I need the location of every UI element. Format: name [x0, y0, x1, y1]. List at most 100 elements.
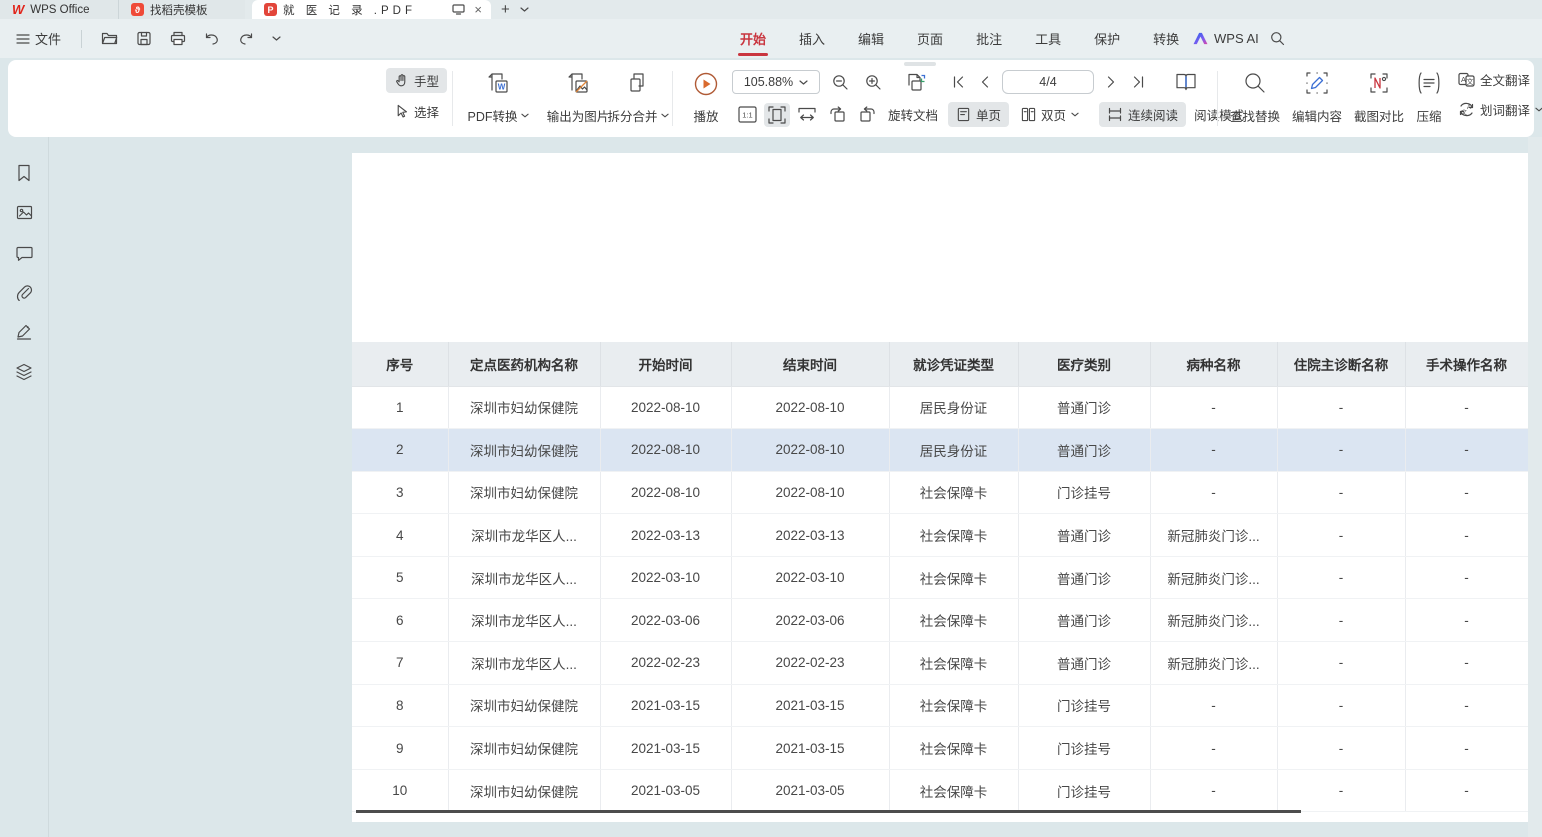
continuous-read-icon	[1107, 107, 1123, 122]
rotate-doc-label[interactable]: 旋转文档	[884, 105, 944, 124]
new-tab-icon[interactable]: +	[501, 2, 510, 17]
full-translate-button[interactable]: A文 全文翻译	[1456, 69, 1542, 90]
tab-docer-templates[interactable]: ϑ 找稻壳模板	[118, 0, 245, 19]
split-merge-icon	[626, 71, 650, 97]
svg-text:A: A	[1467, 104, 1472, 111]
table-cell: 社会保障卡	[889, 471, 1018, 514]
double-page-button[interactable]: 双页	[1013, 102, 1087, 127]
undo-button[interactable]	[199, 29, 225, 48]
continuous-read-button[interactable]: 连续阅读	[1099, 102, 1186, 127]
table-cell: -	[1277, 556, 1405, 599]
signature-icon[interactable]	[13, 321, 35, 343]
global-search-button[interactable]	[1270, 19, 1285, 58]
menu-tab-protect[interactable]: 保护	[1092, 25, 1122, 52]
table-cell: 2021-03-15	[731, 684, 889, 727]
table-row: 8深圳市妇幼保健院2021-03-152021-03-15社会保障卡门诊挂号--…	[352, 684, 1528, 727]
screenshot-compare-icon	[1367, 71, 1391, 95]
table-cell: -	[1277, 727, 1405, 770]
thumbnail-icon[interactable]	[13, 201, 35, 223]
compress-button[interactable]: 压缩	[1406, 69, 1452, 129]
screen-icon[interactable]	[452, 4, 465, 15]
table-cell: -	[1277, 769, 1405, 812]
table-cell: 新冠肺炎门诊...	[1150, 599, 1277, 642]
word-translate-label: 划词翻译	[1480, 100, 1530, 119]
last-page-button[interactable]	[1128, 70, 1148, 94]
open-file-button[interactable]	[96, 28, 123, 49]
zoom-out-button[interactable]	[827, 70, 853, 94]
comment-icon[interactable]	[13, 242, 35, 264]
page-number-input[interactable]: 4/4	[1002, 70, 1094, 94]
table-cell: 深圳市妇幼保健院	[448, 471, 600, 514]
read-mode-icon[interactable]	[1173, 70, 1199, 94]
tab-label: WPS Office	[30, 4, 89, 16]
table-cell: 社会保障卡	[889, 642, 1018, 685]
column-header: 开始时间	[600, 342, 731, 386]
zoom-level-select[interactable]: 105.88%	[732, 70, 820, 94]
search-icon	[1270, 31, 1285, 46]
close-icon[interactable]: ×	[471, 2, 485, 17]
menu-tab-convert[interactable]: 转换	[1151, 25, 1181, 52]
pdf-convert-button[interactable]: W PDF转换	[456, 69, 540, 129]
menu-tab-edit[interactable]: 编辑	[856, 25, 886, 52]
table-cell: 普通门诊	[1018, 556, 1150, 599]
table-cell: 10	[352, 769, 448, 812]
table-row: 7深圳市龙华区人...2022-02-232022-02-23社会保障卡普通门诊…	[352, 642, 1528, 685]
screenshot-compare-button[interactable]: 截图对比	[1348, 69, 1410, 129]
hand-tool-label: 手型	[414, 71, 439, 90]
table-cell: 深圳市龙华区人...	[448, 556, 600, 599]
fit-width-button[interactable]	[794, 103, 820, 127]
attachment-icon[interactable]	[13, 281, 35, 303]
zoom-in-button[interactable]	[860, 70, 886, 94]
wps-ai-button[interactable]: WPS AI	[1193, 19, 1259, 58]
menu-tab-page[interactable]: 页面	[915, 25, 945, 52]
rotate-pages-button[interactable]	[903, 70, 929, 94]
menu-tab-insert[interactable]: 插入	[797, 25, 827, 52]
layers-icon[interactable]	[13, 361, 35, 383]
menu-tab-comment[interactable]: 批注	[974, 25, 1004, 52]
more-actions-button[interactable]	[267, 33, 286, 44]
table-cell: 深圳市妇幼保健院	[448, 684, 600, 727]
split-merge-label: 拆分合并	[607, 106, 657, 125]
file-menu-button[interactable]: 文件	[10, 25, 67, 52]
first-page-button[interactable]	[948, 70, 968, 94]
bookmark-icon[interactable]	[13, 162, 35, 184]
ribbon-collapse-handle[interactable]	[904, 62, 936, 66]
fit-page-button[interactable]	[764, 103, 790, 127]
svg-text:文: 文	[1461, 109, 1467, 117]
prev-page-button[interactable]	[975, 70, 995, 94]
rotate-right-button[interactable]	[854, 103, 880, 127]
word-translate-button[interactable]: A文 划词翻译	[1456, 99, 1542, 120]
table-cell: 深圳市龙华区人...	[448, 642, 600, 685]
actual-size-button[interactable]: 1:1	[734, 103, 760, 127]
hand-tool-button[interactable]: 手型	[386, 68, 447, 93]
rotate-left-button[interactable]	[824, 103, 850, 127]
table-cell: 2021-03-15	[600, 727, 731, 770]
table-cell: 2022-08-10	[731, 386, 889, 429]
table-cell: 新冠肺炎门诊...	[1150, 514, 1277, 557]
menu-tab-tools[interactable]: 工具	[1033, 25, 1063, 52]
single-page-button[interactable]: 单页	[948, 102, 1009, 127]
table-cell: 社会保障卡	[889, 727, 1018, 770]
split-merge-button[interactable]: 拆分合并	[596, 69, 680, 129]
select-tool-button[interactable]: 选择	[386, 99, 447, 124]
print-button[interactable]	[165, 28, 191, 49]
edit-content-label: 编辑内容	[1292, 106, 1342, 125]
table-bottom-border	[356, 810, 1301, 813]
column-header: 手术操作名称	[1405, 342, 1528, 386]
play-button[interactable]: 播放	[680, 69, 732, 129]
table-cell: 4	[352, 514, 448, 557]
next-page-button[interactable]	[1101, 70, 1121, 94]
find-replace-button[interactable]: 查找替换	[1222, 69, 1288, 129]
save-button[interactable]	[131, 28, 157, 49]
menu-tab-home[interactable]: 开始	[738, 25, 768, 52]
wps-logo-icon: W	[12, 2, 24, 17]
redo-button[interactable]	[233, 29, 259, 48]
tab-document[interactable]: P 就 医 记 录 .PDF ×	[252, 0, 491, 19]
tab-list-chevron-icon[interactable]	[520, 7, 529, 12]
tab-wps-office[interactable]: W WPS Office	[0, 0, 118, 19]
table-cell: -	[1405, 684, 1528, 727]
compress-icon	[1416, 71, 1442, 95]
edit-content-button[interactable]: 编辑内容	[1286, 69, 1348, 129]
vertical-scrollbar[interactable]	[1528, 137, 1542, 837]
table-cell: -	[1150, 429, 1277, 472]
